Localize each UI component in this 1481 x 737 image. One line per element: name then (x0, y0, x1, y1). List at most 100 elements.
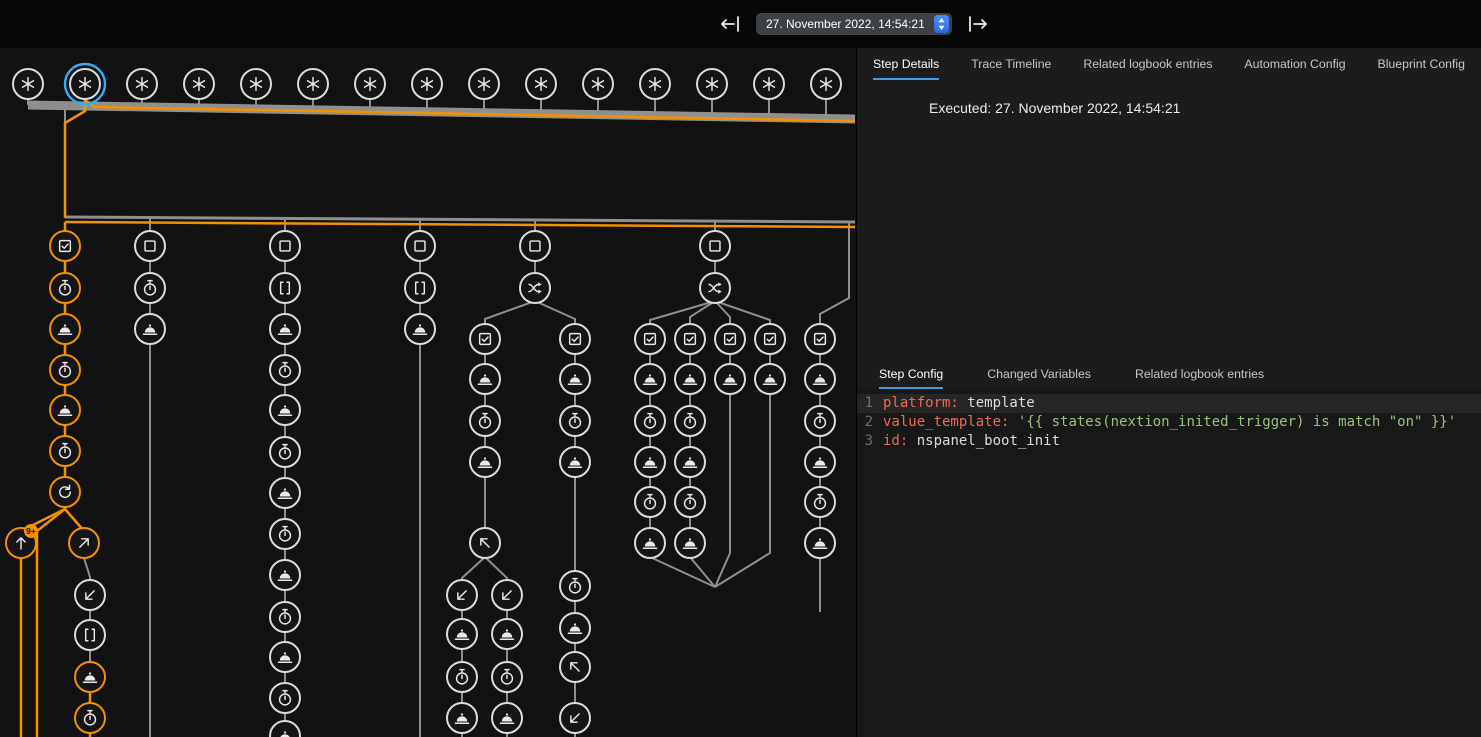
trace-node-brackets[interactable] (75, 620, 105, 650)
trace-node-asterisk[interactable] (412, 69, 442, 99)
trace-node-repeat[interactable] (50, 477, 80, 507)
trace-node-service[interactable] (135, 314, 165, 344)
trace-node-asterisk[interactable] (65, 64, 105, 104)
trace-node-service[interactable] (270, 314, 300, 344)
trace-node-service[interactable] (447, 703, 477, 733)
trace-node-asterisk[interactable] (355, 69, 385, 99)
trace-node-arrow-down-left[interactable] (492, 580, 522, 610)
trace-node-timer[interactable] (805, 487, 835, 517)
trace-node-arrow-up[interactable]: 9+ (6, 524, 38, 558)
trace-node-asterisk[interactable] (697, 69, 727, 99)
trace-node-timer[interactable] (50, 436, 80, 466)
trace-node-service[interactable] (470, 364, 500, 394)
trace-node-service[interactable] (50, 314, 80, 344)
tab-step-details[interactable]: Step Details (873, 48, 939, 80)
trace-node-arrow-up-left[interactable] (560, 652, 590, 682)
trace-node-timer[interactable] (675, 406, 705, 436)
trace-node-service[interactable] (805, 364, 835, 394)
trace-node-checkbox[interactable] (715, 324, 745, 354)
previous-run-button[interactable] (716, 10, 744, 38)
trace-node-service[interactable] (635, 447, 665, 477)
trace-node-timer[interactable] (135, 273, 165, 303)
tab-changed-variables[interactable]: Changed Variables (987, 358, 1091, 389)
trace-node-checkbox[interactable] (470, 324, 500, 354)
trace-node-brackets[interactable] (405, 273, 435, 303)
trace-node-service[interactable] (805, 447, 835, 477)
trace-node-service[interactable] (805, 528, 835, 558)
trace-node-asterisk[interactable] (241, 69, 271, 99)
trace-node-service[interactable] (75, 662, 105, 692)
tab-blueprint-config[interactable]: Blueprint Config (1378, 48, 1466, 80)
trace-node-checkbox[interactable] (635, 324, 665, 354)
trace-node-timer[interactable] (675, 487, 705, 517)
trace-node-timer[interactable] (270, 519, 300, 549)
trace-node-asterisk[interactable] (298, 69, 328, 99)
trace-node-timer[interactable] (270, 602, 300, 632)
trace-node-service[interactable] (635, 364, 665, 394)
trace-node-service[interactable] (492, 703, 522, 733)
trace-node-timer[interactable] (492, 662, 522, 692)
trace-node-service[interactable] (270, 721, 300, 737)
trace-node-checkbox[interactable] (560, 324, 590, 354)
trace-node-asterisk[interactable] (127, 69, 157, 99)
trace-node-service[interactable] (470, 447, 500, 477)
trace-node-service[interactable] (270, 560, 300, 590)
trace-node-checkbox[interactable] (675, 324, 705, 354)
trace-node-service[interactable] (675, 528, 705, 558)
trace-node-service[interactable] (447, 619, 477, 649)
trace-node-service[interactable] (492, 619, 522, 649)
trace-node-service[interactable] (50, 395, 80, 425)
trace-node-service[interactable] (270, 478, 300, 508)
trace-node-asterisk[interactable] (754, 69, 784, 99)
trace-node-service[interactable] (755, 364, 785, 394)
trace-node-service[interactable] (270, 395, 300, 425)
trace-node-service[interactable] (405, 314, 435, 344)
trace-node-asterisk[interactable] (583, 69, 613, 99)
run-select[interactable]: 27. November 2022, 14:54:21 (756, 13, 952, 35)
trace-node-checkbox[interactable] (805, 324, 835, 354)
trace-node-service[interactable] (675, 447, 705, 477)
next-run-button[interactable] (964, 10, 992, 38)
trace-node-asterisk[interactable] (811, 69, 841, 99)
trace-node-arrow-down-left[interactable] (75, 580, 105, 610)
trace-node-timer[interactable] (50, 355, 80, 385)
trace-node-service[interactable] (635, 528, 665, 558)
trace-node-square[interactable] (270, 231, 300, 261)
trace-node-shuffle[interactable] (520, 273, 550, 303)
trace-node-checkbox[interactable] (50, 231, 80, 261)
trace-node-asterisk[interactable] (184, 69, 214, 99)
trace-node-asterisk[interactable] (469, 69, 499, 99)
trace-node-asterisk[interactable] (13, 69, 43, 99)
trace-node-service[interactable] (560, 447, 590, 477)
tab-step-config[interactable]: Step Config (879, 358, 943, 389)
trace-node-asterisk[interactable] (526, 69, 556, 99)
trace-node-timer[interactable] (270, 355, 300, 385)
trace-node-timer[interactable] (75, 703, 105, 733)
tab-automation-config[interactable]: Automation Config (1244, 48, 1345, 80)
trace-node-timer[interactable] (635, 406, 665, 436)
trace-node-service[interactable] (560, 364, 590, 394)
trace-node-timer[interactable] (270, 683, 300, 713)
trace-node-service[interactable] (715, 364, 745, 394)
trace-node-timer[interactable] (50, 273, 80, 303)
trace-node-timer[interactable] (470, 406, 500, 436)
trace-node-service[interactable] (560, 613, 590, 643)
trace-node-timer[interactable] (560, 571, 590, 601)
trace-node-service[interactable] (675, 364, 705, 394)
trace-node-timer[interactable] (560, 406, 590, 436)
trace-node-asterisk[interactable] (640, 69, 670, 99)
trace-node-shuffle[interactable] (700, 273, 730, 303)
trace-node-arrow-up-right[interactable] (69, 528, 99, 558)
tab-trace-timeline[interactable]: Trace Timeline (971, 48, 1051, 80)
trace-node-timer[interactable] (635, 487, 665, 517)
trace-node-arrow-up-left[interactable] (470, 528, 500, 558)
trace-node-timer[interactable] (270, 437, 300, 467)
trace-node-square[interactable] (405, 231, 435, 261)
trace-node-timer[interactable] (447, 662, 477, 692)
trace-node-square[interactable] (135, 231, 165, 261)
trace-node-service[interactable] (270, 642, 300, 672)
trace-node-timer[interactable] (805, 406, 835, 436)
tab-related-logbook-entries[interactable]: Related logbook entries (1083, 48, 1212, 80)
tab-related-logbook-entries[interactable]: Related logbook entries (1135, 358, 1264, 389)
trace-node-brackets[interactable] (270, 273, 300, 303)
